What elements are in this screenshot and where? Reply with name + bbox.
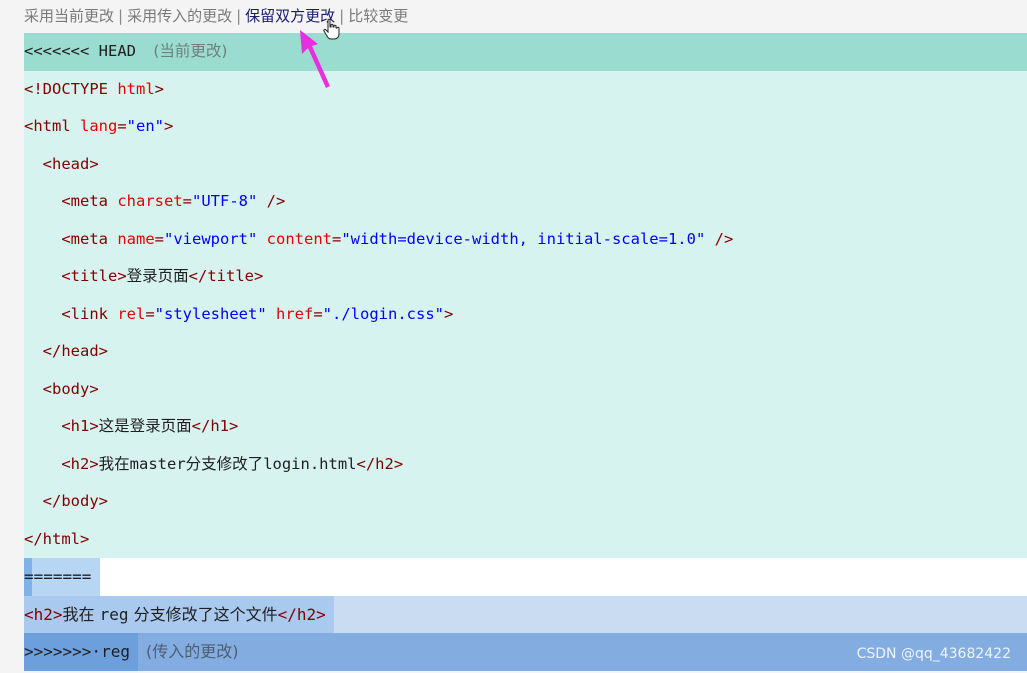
code-token: <title> <box>61 267 127 285</box>
code-token: = <box>145 304 155 323</box>
compare-changes-link[interactable]: 比较变更 <box>348 7 408 25</box>
code-line: <html lang="en"> <box>24 108 1027 146</box>
watermark: CSDN @qq_43682422 <box>856 646 1011 662</box>
current-marker: <<<<<<< HEAD <box>24 42 136 60</box>
code-token: "en" <box>126 117 164 135</box>
code-token: /> <box>705 229 734 248</box>
code-line: <meta name="viewport" content="width=dev… <box>24 220 1027 258</box>
code-line: <link rel="stylesheet" href="./login.css… <box>24 295 1027 333</box>
code-token: <head> <box>42 154 99 173</box>
code-token: "width=device-width, initial-scale=1.0" <box>341 229 706 248</box>
code-token: 这是登录页面 <box>98 417 192 435</box>
incoming-change-hint: (传入的更改) <box>145 642 239 661</box>
code-line: <body> <box>24 370 1027 408</box>
code-line: </head> <box>24 333 1027 371</box>
code-line: </body> <box>24 483 1027 521</box>
code-token: > <box>154 79 164 98</box>
code-token: </title> <box>188 267 264 285</box>
code-token: <h2> <box>61 454 99 473</box>
code-token: = <box>154 229 164 248</box>
code-token: </h2> <box>356 454 404 473</box>
code-token: "UTF-8" <box>192 192 258 210</box>
incoming-change-block: <h2>我在 reg 分支修改了这个文件</h2> <box>24 596 1027 633</box>
code-token: html <box>117 79 155 98</box>
code-token: 分支修改了这个文件 <box>128 605 278 624</box>
hand-pointer-icon <box>323 18 340 40</box>
code-line: <title>登录页面</title> <box>24 258 1027 296</box>
current-change-hint: (当前更改) <box>153 42 228 60</box>
incoming-marker: >>>>>>>·reg <box>24 633 138 671</box>
code-token: <html <box>24 117 80 135</box>
merge-codelens-bar: 采用当前更改 | 采用传入的更改 | 保留双方更改 | 比较变更 <box>24 0 408 33</box>
code-token: </h1> <box>191 417 239 435</box>
code-token: master <box>129 454 186 473</box>
codelens-separator: | <box>236 7 242 25</box>
code-token: = <box>117 117 127 135</box>
code-token: <meta <box>61 192 118 210</box>
code-token: <meta <box>61 229 118 248</box>
code-token: "viewport" <box>164 229 258 248</box>
code-token: </body> <box>42 492 108 510</box>
code-token: charset <box>117 192 183 210</box>
incoming-code-line: <h2>我在 reg 分支修改了这个文件</h2> <box>24 596 334 633</box>
code-token: <h2> <box>24 605 63 624</box>
code-token: <!DOCTYPE <box>24 79 118 98</box>
code-token: rel <box>117 304 146 323</box>
codelens-separator: | <box>118 7 124 25</box>
current-change-block: <!DOCTYPE html> <html lang="en"> <head> <… <box>24 70 1027 558</box>
accept-current-change-link[interactable]: 采用当前更改 <box>24 7 114 25</box>
code-line: <!DOCTYPE html> <box>24 70 1027 108</box>
code-token: /> <box>257 192 286 210</box>
code-token: href <box>276 304 314 323</box>
current-change-header: <<<<<<< HEAD (当前更改) <box>24 33 1027 71</box>
code-token: 登录页面 <box>126 267 189 285</box>
code-token: = <box>182 192 192 210</box>
code-token: > <box>164 117 174 135</box>
code-token: 分支修改了 <box>185 454 264 473</box>
code-line: <head> <box>24 145 1027 183</box>
code-token: lang <box>80 117 118 135</box>
code-token: login.html <box>263 454 357 473</box>
code-token: name <box>117 229 155 248</box>
code-token: </h2> <box>277 605 326 624</box>
code-line: <h2>我在master分支修改了login.html</h2> <box>24 445 1027 483</box>
code-token: <body> <box>42 379 99 398</box>
conflict-divider: ======= <box>24 558 101 596</box>
code-token: </head> <box>42 342 108 360</box>
code-token: </html> <box>24 529 90 548</box>
code-token: "stylesheet" <box>154 304 267 323</box>
code-token: <link <box>61 304 118 323</box>
code-token: 我在 <box>98 454 130 473</box>
code-token: = <box>332 229 342 248</box>
code-line: <meta charset="UTF-8" /> <box>24 183 1027 221</box>
code-token: reg <box>99 605 129 624</box>
code-token: 我在 <box>62 605 100 624</box>
code-editor[interactable]: <<<<<<< HEAD (当前更改) <!DOCTYPE html> <html… <box>24 33 1027 671</box>
code-token: "./login.css" <box>322 304 444 323</box>
code-line: <h1>这是登录页面</h1> <box>24 408 1027 446</box>
code-token: > <box>444 304 454 323</box>
code-token: <h1> <box>61 417 99 435</box>
code-token: = <box>313 304 323 323</box>
code-line: </html> <box>24 520 1027 558</box>
accept-incoming-change-link[interactable]: 采用传入的更改 <box>127 7 232 25</box>
conflict-divider-row: ======= <box>24 558 1027 596</box>
code-token: content <box>266 229 332 248</box>
